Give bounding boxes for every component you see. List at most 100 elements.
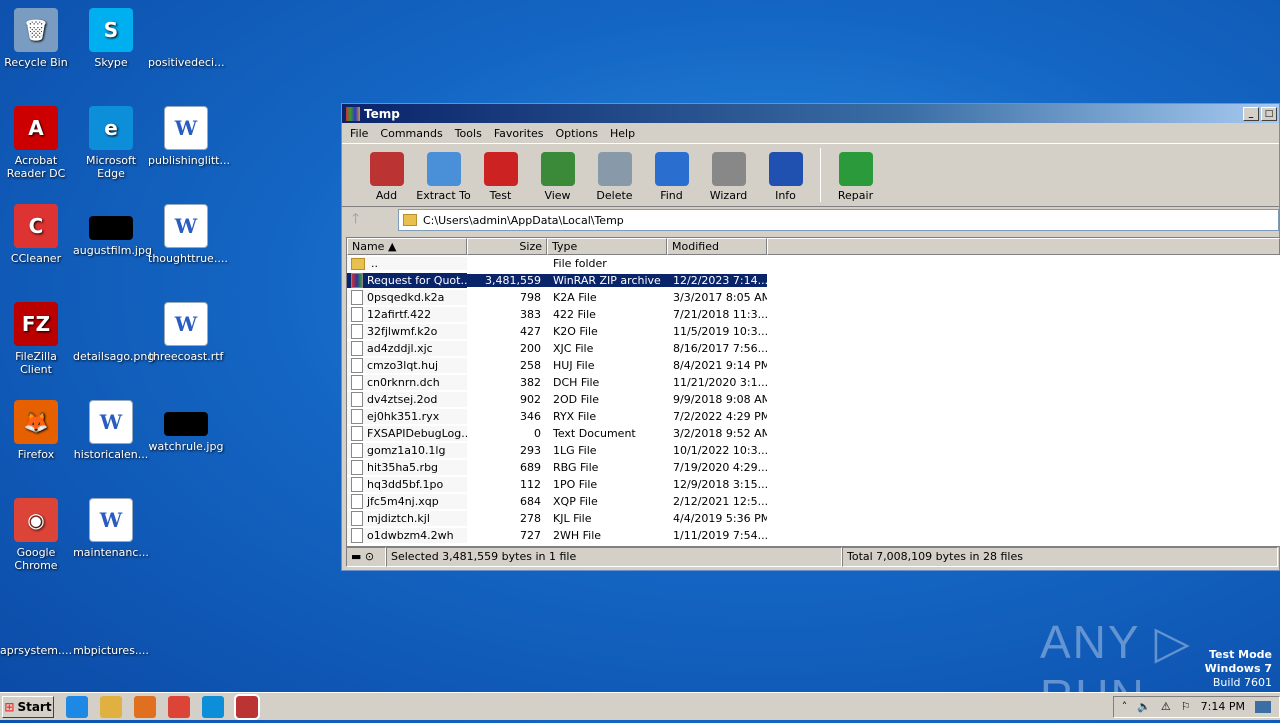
desktop-icon-mbpictures[interactable]: mbpictures....	[73, 596, 149, 657]
menu-file[interactable]: File	[344, 127, 374, 140]
file-row[interactable]: Request for Quot... 3,481,559 WinRAR ZIP a…	[347, 272, 1280, 289]
test-button[interactable]: Test	[472, 148, 529, 202]
menu-options[interactable]: Options	[550, 127, 604, 140]
file-size: 689	[520, 461, 541, 474]
taskbar-app-0[interactable]	[66, 695, 88, 718]
file-row[interactable]: ad4zddjl.xjc 200 XJC File 8/16/2017 7:56...	[347, 340, 1280, 357]
desktop-icon-detailsago-png[interactable]: detailsago.png	[73, 302, 154, 363]
repair-button[interactable]: Repair	[827, 148, 884, 202]
column-type[interactable]: Type	[547, 238, 667, 255]
extract-to-button[interactable]: Extract To	[415, 148, 472, 202]
file-row[interactable]: mjdiztch.kjl 278 KJL File 4/4/2019 5:36 PM	[347, 510, 1280, 527]
address-bar: 🡑 C:\Users\admin\AppData\Local\Temp	[342, 207, 1279, 233]
file-row[interactable]: ej0hk351.ryx 346 RYX File 7/2/2022 4:29 PM	[347, 408, 1280, 425]
desktop-icon-historicalen[interactable]: Whistoricalen...	[73, 400, 149, 461]
column-name[interactable]: Name ▲	[347, 238, 467, 255]
desktop-icon-augustfilm-jpg[interactable]: augustfilm.jpg	[73, 204, 152, 257]
start-button[interactable]: ⊞ Start	[2, 695, 54, 718]
find-button[interactable]: Find	[643, 148, 700, 202]
drive-icon[interactable]: ▬ ⊙	[346, 547, 386, 567]
file-row[interactable]: cmzo3lqt.huj 258 HUJ File 8/4/2021 9:14 PM	[347, 357, 1280, 374]
column-modified[interactable]: Modified	[667, 238, 767, 255]
desktop-icon-filezilla-client[interactable]: FZ FileZilla Client	[0, 302, 74, 376]
desktop-icon-maintenanc[interactable]: Wmaintenanc...	[73, 498, 149, 559]
file-row[interactable]: 0psqedkd.k2a 798 K2A File 3/3/2017 8:05 AM	[347, 289, 1280, 306]
file-row[interactable]: hit35ha5.rbg 689 RBG File 7/19/2020 4:29...	[347, 459, 1280, 476]
desktop-icon-label: positivedeci...	[148, 56, 225, 69]
minimize-button[interactable]: _	[1243, 106, 1259, 121]
maintenanc-icon: W	[89, 498, 133, 542]
add-button[interactable]: Add	[358, 148, 415, 202]
desktop-icon-label: Skype	[94, 56, 128, 69]
file-row[interactable]: gomz1a10.1lg 293 1LG File 10/1/2022 10:3...	[347, 442, 1280, 459]
file-row[interactable]: FXSAPIDebugLog... 0 Text Document 3/2/2018 …	[347, 425, 1280, 442]
toolbar: Add Extract To Test View Delete Find Wizard Inf…	[342, 143, 1279, 207]
info-button[interactable]: Info	[757, 148, 814, 202]
file-row[interactable]: dv4ztsej.2od 902 2OD File 9/9/2018 9:08 AM	[347, 391, 1280, 408]
column-size[interactable]: Size	[467, 238, 547, 255]
winrar-archive-icon	[351, 273, 363, 288]
skype-icon: S	[89, 8, 133, 52]
find-icon	[654, 152, 689, 186]
desktop-icon-threecoast-rtf[interactable]: Wthreecoast.rtf	[148, 302, 224, 363]
file-size: 383	[520, 308, 541, 321]
menu-help[interactable]: Help	[604, 127, 641, 140]
desktop-icon-acrobat-reader-dc[interactable]: A Acrobat Reader DC	[0, 106, 74, 180]
show-hidden-icons[interactable]: ˄	[1122, 700, 1128, 713]
volume-icon[interactable]: 🔈	[1137, 700, 1151, 713]
file-row[interactable]: .. File folder	[347, 255, 1280, 272]
path-text: C:\Users\admin\AppData\Local\Temp	[423, 213, 624, 227]
desktop-icon-skype[interactable]: S Skype	[73, 8, 149, 69]
desktop-icon-recycle-bin[interactable]: 🗑 Recycle Bin	[0, 8, 74, 69]
file-row[interactable]: 32fjlwmf.k2o 427 K2O File 11/5/2019 10:3...	[347, 323, 1280, 340]
extract-to-icon	[426, 152, 461, 186]
test-mode-text: Test Mode	[1209, 648, 1272, 661]
up-arrow-icon[interactable]: 🡑	[352, 208, 382, 232]
recycle-bin-icon: 🗑	[14, 8, 58, 52]
desktop-icon-firefox[interactable]: 🦊 Firefox	[0, 400, 74, 461]
desktop-icon-aprsystem[interactable]: aprsystem....	[0, 596, 74, 657]
clock[interactable]: 7:14 PM	[1201, 700, 1245, 713]
desktop-icon-label: watchrule.jpg	[148, 440, 224, 453]
menu-tools[interactable]: Tools	[449, 127, 488, 140]
desktop-icon-publishinglitt[interactable]: Wpublishinglitt...	[148, 106, 230, 167]
show-desktop-button[interactable]	[1255, 700, 1271, 713]
file-icon	[351, 392, 363, 407]
taskbar-app-2[interactable]	[134, 695, 156, 718]
delete-button[interactable]: Delete	[586, 148, 643, 202]
file-modified: 8/4/2021 9:14 PM	[673, 359, 767, 372]
path-field[interactable]: C:\Users\admin\AppData\Local\Temp	[398, 209, 1279, 231]
desktop-icon-ccleaner[interactable]: C CCleaner	[0, 204, 74, 265]
file-row[interactable]: cn0rknrn.dch 382 DCH File 11/21/2020 3:1...	[347, 374, 1280, 391]
wizard-button[interactable]: Wizard	[700, 148, 757, 202]
taskbar-app-3[interactable]	[168, 695, 190, 718]
file-row[interactable]: o1dwbzm4.2wh 727 2WH File 1/11/2019 7:54...	[347, 527, 1280, 544]
desktop-icon-thoughttrue[interactable]: Wthoughttrue....	[148, 204, 228, 265]
desktop-icon-watchrule-jpg[interactable]: watchrule.jpg	[148, 400, 224, 453]
taskbar-app-1[interactable]	[100, 695, 122, 718]
file-row[interactable]: hq3dd5bf.1po 112 1PO File 12/9/2018 3:15...	[347, 476, 1280, 493]
taskbar-app-4[interactable]	[202, 695, 224, 718]
file-row[interactable]: jfc5m4nj.xqp 684 XQP File 2/12/2021 12:5...	[347, 493, 1280, 510]
maximize-button[interactable]: □	[1261, 106, 1277, 121]
desktop-icon-microsoft-edge[interactable]: e Microsoft Edge	[73, 106, 149, 180]
taskbar-app-5[interactable]	[234, 693, 260, 720]
menu-favorites[interactable]: Favorites	[488, 127, 550, 140]
list-header: Name ▲ Size Type Modified	[347, 238, 1280, 255]
file-modified: 12/9/2018 3:15...	[673, 478, 767, 491]
title-bar[interactable]: Temp _ □	[342, 104, 1279, 123]
publishinglitt-icon: W	[164, 106, 208, 150]
file-modified: 3/2/2018 9:52 AM	[673, 427, 767, 440]
desktop-icon-label: publishinglitt...	[148, 154, 230, 167]
view-button[interactable]: View	[529, 148, 586, 202]
windows-watermark: Test Mode Windows 7 Build 7601	[1205, 648, 1272, 690]
menu-commands[interactable]: Commands	[374, 127, 448, 140]
desktop-icon-google-chrome[interactable]: ◉ Google Chrome	[0, 498, 74, 572]
desktop-icon-positivedeci[interactable]: positivedeci...	[148, 8, 225, 69]
toolbar-label: Wizard	[709, 189, 748, 202]
network-warning-icon[interactable]: ⚠	[1161, 700, 1171, 713]
build-text: Build 7601	[1212, 676, 1272, 689]
delete-icon	[597, 152, 632, 186]
file-row[interactable]: 12afirtf.422 383 422 File 7/21/2018 11:3...	[347, 306, 1280, 323]
action-center-flag-icon[interactable]: ⚐	[1181, 700, 1191, 713]
